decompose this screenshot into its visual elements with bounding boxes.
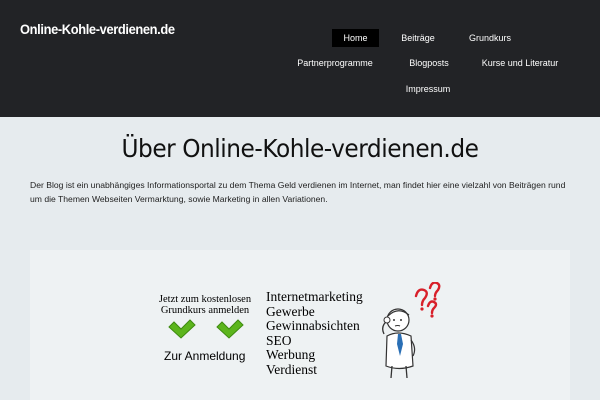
cta-line-2: Grundkurs anmelden: [160, 305, 250, 316]
topics-list: Internetmarketing Gewerbe Gewinnabsichte…: [266, 289, 363, 378]
cta-line-1: Jetzt zum kostenlosen: [158, 294, 252, 305]
nav-item-beitraege[interactable]: Beiträge: [393, 29, 443, 47]
zur-anmeldung-link[interactable]: Zur Anmeldung: [164, 349, 245, 363]
topic-item: Verdienst: [266, 361, 317, 377]
nav-item-impressum[interactable]: Impressum: [398, 80, 458, 98]
cta-text: Jetzt zum kostenlosen Grundkurs anmelden: [150, 294, 260, 316]
check-icon: [216, 319, 244, 339]
topic-item: SEO: [266, 332, 292, 348]
nav-item-partnerprogramme[interactable]: Partnerprogramme: [285, 54, 385, 72]
nav-item-home[interactable]: Home: [332, 29, 379, 47]
topic-item: Werbung: [266, 347, 316, 363]
site-logo[interactable]: Online-Kohle-verdienen.de: [20, 21, 175, 37]
check-icon: [168, 319, 196, 339]
nav-item-grundkurs[interactable]: Grundkurs: [459, 29, 521, 47]
topic-item: Internetmarketing: [266, 289, 363, 304]
intro-text: Der Blog ist ein unabhängiges Informatio…: [30, 180, 566, 204]
topic-item: Gewerbe: [266, 303, 315, 319]
page-title: Über Online-Kohle-verdienen.de: [121, 134, 479, 163]
nav-item-blogposts[interactable]: Blogposts: [399, 54, 459, 72]
thinking-person-illustration: [382, 282, 441, 379]
nav-item-kurse-und-literatur[interactable]: Kurse und Literatur: [476, 54, 564, 72]
topic-item: Gewinnabsichten: [266, 318, 360, 334]
site-header: Online-Kohle-verdienen.de Home Beiträge …: [0, 0, 600, 117]
